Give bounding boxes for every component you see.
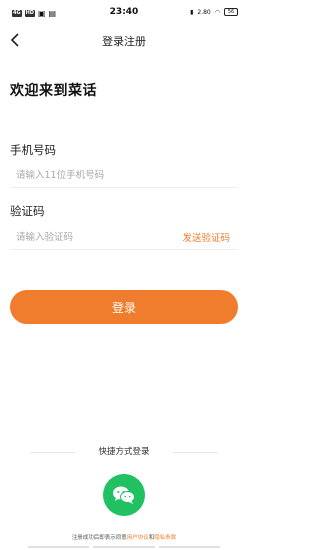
battery-icon: 56 — [224, 8, 238, 16]
gesture-bar-segment — [158, 546, 220, 548]
code-input[interactable] — [16, 227, 166, 247]
agreement-prefix: 注册成功后即表示同意 — [71, 535, 127, 541]
code-label: 验证码 — [10, 204, 45, 218]
gesture-bar — [28, 546, 220, 548]
network-speed: 2.80 — [197, 8, 211, 16]
privacy-policy-link[interactable]: 隐私条款 — [154, 535, 176, 541]
welcome-heading: 欢迎来到菜话 — [10, 83, 97, 99]
signal-icon: ▮ — [190, 8, 194, 16]
wechat-login-button[interactable] — [103, 474, 145, 516]
phone-row — [10, 162, 238, 188]
quick-login-divider: 快捷方式登录 — [30, 445, 218, 459]
code-row: 发送验证码 — [10, 224, 238, 250]
page-title: 登录注册 — [102, 35, 146, 48]
gesture-bar-segment — [28, 546, 90, 548]
phone-input[interactable] — [16, 165, 166, 185]
nav-bar: 登录注册 — [0, 26, 248, 56]
phone-label: 手机号码 — [10, 143, 56, 157]
gesture-bar-segment — [93, 546, 155, 548]
agreement-text: 注册成功后即表示同意用户协议和隐私条款 — [0, 533, 248, 541]
user-agreement-link[interactable]: 用户协议 — [127, 535, 149, 541]
login-button[interactable]: 登录 — [10, 290, 238, 324]
quick-login-label: 快捷方式登录 — [98, 447, 150, 457]
status-right: ▮ 2.80 ◠ 56 — [190, 8, 238, 16]
wechat-icon — [113, 486, 135, 504]
wifi-icon: ◠ — [214, 8, 220, 16]
send-code-button[interactable]: 发送验证码 — [182, 230, 230, 244]
status-bar: 4G HD ▣ ▤ 23:40 ▮ 2.80 ◠ 56 — [0, 0, 248, 26]
divider-right — [173, 452, 218, 453]
